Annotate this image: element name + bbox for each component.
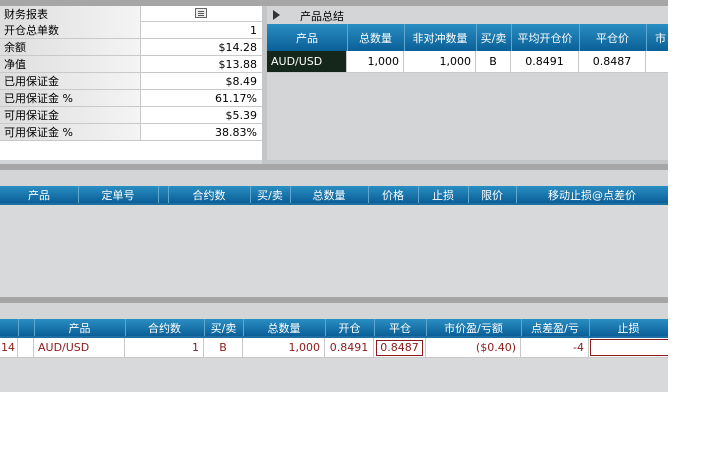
positions-header-cell[interactable]: 点差盈/亏 — [521, 319, 590, 336]
stop-loss-input[interactable] — [590, 339, 668, 356]
summary-header-cell[interactable]: 平仓价 — [579, 24, 647, 51]
position-close-price[interactable]: 0.8487 — [376, 339, 423, 356]
account-value: $5.39 — [225, 108, 258, 122]
positions-header-cell[interactable]: 开仓 — [325, 319, 375, 336]
summary-header-cell[interactable]: 买/卖 — [476, 24, 512, 51]
account-value: 38.83% — [215, 125, 257, 139]
summary-header-cell[interactable]: 产品 — [267, 24, 348, 51]
positions-header-spacer — [0, 319, 19, 336]
summary-header-cell[interactable]: 非对冲数量 — [404, 24, 477, 51]
account-table: 开仓总单数 1 余额 $14.28 净值 $13.88 已用保证金 $8.49 … — [0, 22, 262, 160]
position-pips: -4 — [521, 338, 589, 357]
account-label: 净值 — [0, 56, 141, 72]
account-title: 财务报表 — [0, 6, 141, 22]
account-row-balance: 余额 $14.28 — [0, 39, 262, 56]
summary-product[interactable]: AUD/USD — [267, 51, 347, 72]
account-value: $14.28 — [218, 40, 258, 54]
account-row-usable-margin-pct: 可用保证金 % 38.83% — [0, 124, 262, 141]
positions-header: 产品 合约数 买/卖 总数量 开仓 平仓 市价盈/亏额 点差盈/亏 止损 — [0, 319, 668, 336]
summary-header-cell[interactable]: 市 — [646, 24, 668, 51]
orders-header-cell[interactable]: 限价 — [468, 186, 517, 203]
orders-list[interactable] — [0, 205, 668, 297]
account-label: 开仓总单数 — [0, 22, 141, 38]
summary-title-bar: 产品总结 — [267, 6, 668, 24]
position-close-cell[interactable]: 0.8487 — [374, 338, 426, 357]
positions-header-cell[interactable]: 平仓 — [374, 319, 427, 336]
account-row-used-margin: 已用保证金 $8.49 — [0, 73, 262, 90]
orders-header-cell[interactable]: 总数量 — [290, 186, 369, 203]
account-row-open-positions: 开仓总单数 1 — [0, 22, 262, 39]
summary-title: 产品总结 — [300, 10, 344, 23]
panel-divider-2[interactable] — [0, 297, 668, 303]
panel-divider[interactable] — [0, 164, 668, 170]
account-label: 可用保证金 % — [0, 124, 141, 140]
account-label: 余额 — [0, 39, 141, 55]
summary-header-cell[interactable]: 平均开仓价 — [511, 24, 580, 51]
account-value: $8.49 — [225, 74, 258, 88]
orders-header-cell[interactable]: 产品 — [0, 186, 79, 203]
positions-list[interactable] — [0, 358, 668, 392]
positions-header-cell[interactable]: 市价盈/亏额 — [426, 319, 522, 336]
position-product[interactable]: AUD/USD — [34, 338, 125, 357]
summary-header-cell[interactable]: 总数量 — [347, 24, 405, 51]
position-flag — [18, 338, 34, 357]
list-icon[interactable] — [195, 8, 207, 18]
account-value: $13.88 — [218, 57, 258, 71]
account-row-used-margin-pct: 已用保证金 % 61.17% — [0, 90, 262, 107]
summary-header: 产品 总数量 非对冲数量 买/卖 平均开仓价 平仓价 市 — [267, 24, 668, 51]
account-row-equity: 净值 $13.88 — [0, 56, 262, 73]
orders-header-cell[interactable]: 移动止损@点差价 — [516, 186, 668, 203]
summary-market — [646, 51, 668, 72]
orders-header: 产品 定单号 合约数 买/卖 总数量 价格 止损 限价 移动止损@点差价 — [0, 186, 668, 203]
summary-total: 1,000 — [347, 51, 404, 72]
account-value: 1 — [250, 23, 257, 37]
position-row[interactable]: 14 AUD/USD 1 B 1,000 0.8491 0.8487 ($0.4… — [0, 338, 668, 358]
positions-header-cell[interactable]: 总数量 — [243, 319, 326, 336]
account-row-usable-margin: 可用保证金 $5.39 — [0, 107, 262, 124]
summary-row[interactable]: AUD/USD 1,000 1,000 B 0.8491 0.8487 — [267, 51, 668, 73]
positions-header-cell[interactable]: 产品 — [34, 319, 126, 336]
positions-header-cell[interactable]: 合约数 — [125, 319, 205, 336]
positions-header-spacer — [18, 319, 35, 336]
position-stop-cell[interactable] — [589, 338, 668, 357]
orders-header-cell[interactable]: 合约数 — [168, 186, 251, 203]
position-id: 14 — [0, 338, 18, 357]
account-label: 已用保证金 — [0, 73, 141, 89]
account-value: 61.17% — [215, 91, 257, 105]
account-label: 可用保证金 — [0, 107, 141, 123]
summary-avg-open: 0.8491 — [511, 51, 579, 72]
position-open: 0.8491 — [325, 338, 374, 357]
positions-header-cell[interactable]: 止损 — [589, 319, 668, 336]
summary-unhedged: 1,000 — [404, 51, 476, 72]
orders-header-cell[interactable]: 止损 — [418, 186, 469, 203]
orders-header-cell[interactable]: 定单号 — [78, 186, 159, 203]
triangle-right-icon[interactable] — [273, 10, 280, 20]
trading-window: 财务报表 开仓总单数 1 余额 $14.28 净值 $13.88 已用保证金 $… — [0, 0, 668, 392]
position-contracts: 1 — [125, 338, 204, 357]
orders-header-cell[interactable]: 买/卖 — [250, 186, 291, 203]
position-pl: ($0.40) — [426, 338, 521, 357]
summary-close: 0.8487 — [579, 51, 646, 72]
account-label: 已用保证金 % — [0, 90, 141, 106]
account-title-row: 财务报表 — [0, 6, 262, 22]
positions-header-cell[interactable]: 买/卖 — [204, 319, 244, 336]
position-side: B — [204, 338, 243, 357]
position-total: 1,000 — [243, 338, 325, 357]
orders-header-cell[interactable]: 价格 — [368, 186, 419, 203]
summary-side: B — [476, 51, 511, 72]
